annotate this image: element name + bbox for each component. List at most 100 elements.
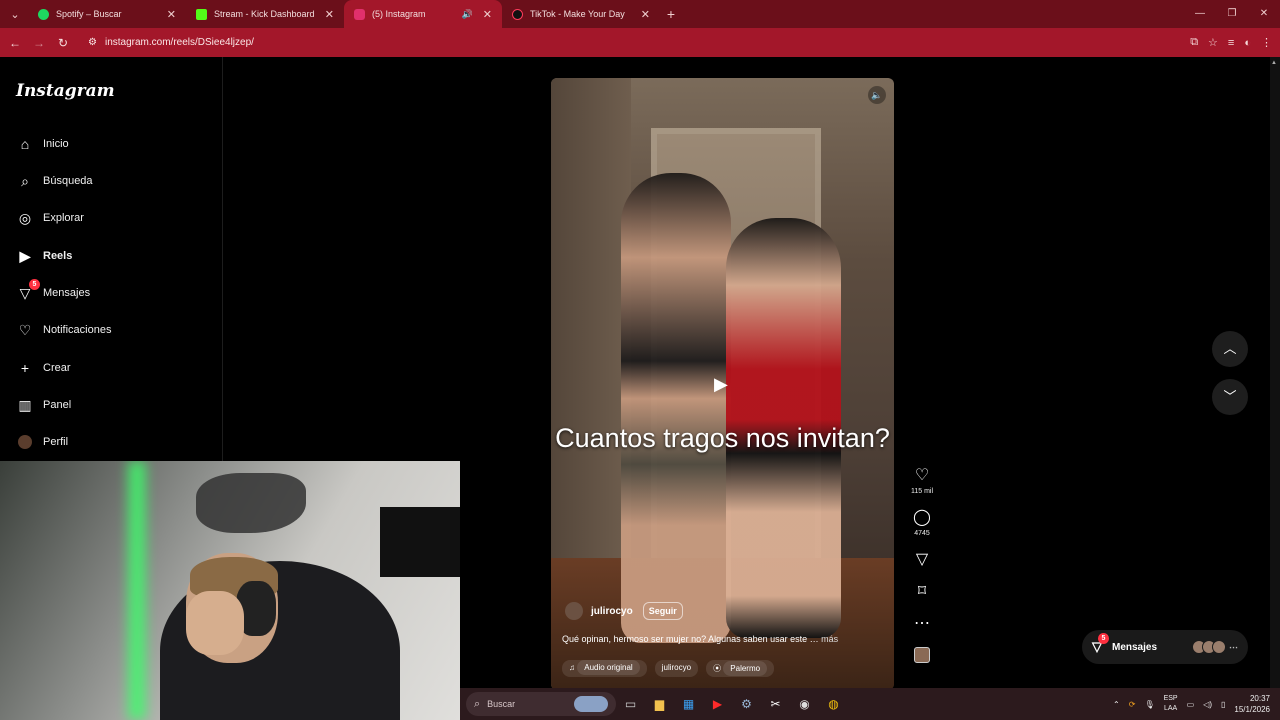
forward-icon[interactable]: →: [27, 36, 51, 50]
language-indicator[interactable]: ESP LAA: [1164, 694, 1178, 714]
microphone-icon[interactable]: 🎙: [1144, 700, 1154, 709]
monitor: [380, 507, 460, 577]
restore-icon[interactable]: ❐: [1216, 0, 1248, 28]
search-icon: ⌕: [474, 697, 481, 710]
url-field[interactable]: ⚙ instagram.com/reels/DSiee4ljzep/: [88, 28, 254, 57]
avatar-icon: [16, 433, 34, 451]
sidebar-item-label: Panel: [43, 399, 72, 411]
sidebar-item-crear[interactable]: + Crear: [16, 356, 71, 380]
reload-icon[interactable]: ↻: [51, 36, 75, 50]
next-reel-button[interactable]: ﹀: [1212, 379, 1248, 415]
close-window-icon[interactable]: ✕: [1248, 0, 1280, 28]
tab-spotify[interactable]: Spotify – Buscar ✕: [28, 0, 186, 28]
url-text: instagram.com/reels/DSiee4ljzep/: [104, 37, 254, 48]
close-tab-icon[interactable]: ✕: [641, 8, 650, 21]
sidebar-item-label: Notificaciones: [43, 324, 112, 336]
more-link[interactable]: más: [821, 634, 838, 644]
comment-button[interactable]: ◯ 4745: [906, 509, 938, 537]
sidebar-item-label: Mensajes: [43, 287, 91, 299]
heart-icon: ♡: [18, 321, 32, 338]
chevron-up-icon[interactable]: ⌃: [1113, 700, 1120, 709]
tab-kick[interactable]: Stream - Kick Dashboard ✕: [186, 0, 344, 28]
audio-chip[interactable]: ♫ Audio original: [562, 660, 647, 677]
instagram-logo[interactable]: Instagram: [16, 81, 115, 101]
close-tab-icon[interactable]: ✕: [325, 8, 334, 21]
reel-actions: ♡ 115 mil ◯ 4745 ▽ ⌑ ⋯: [906, 467, 938, 677]
comment-count: 4745: [914, 530, 930, 537]
sidebar-item-notificaciones[interactable]: ♡ Notificaciones: [16, 318, 112, 342]
streamer-hand: [186, 591, 244, 655]
messenger-icon: ▽ 5: [16, 279, 40, 302]
task-view-icon[interactable]: ▭: [616, 692, 645, 716]
file-explorer-icon[interactable]: ▆: [645, 692, 674, 716]
close-tab-icon[interactable]: ✕: [167, 8, 176, 21]
reels-icon: ▶: [19, 247, 31, 264]
username[interactable]: julirocyo: [591, 606, 633, 617]
chevron-down-icon: ﹀: [1223, 389, 1237, 404]
capcut-icon[interactable]: ✂: [761, 692, 790, 716]
clock[interactable]: 20:37 15/1/2026: [1234, 693, 1270, 715]
sync-icon[interactable]: ⟳: [1129, 700, 1136, 709]
sidebar-item-mensajes[interactable]: ▽ 5 Mensajes: [16, 279, 91, 305]
tab-instagram[interactable]: (5) Instagram 🔊 ✕: [344, 0, 502, 28]
sidebar-item-label: Reels: [43, 250, 73, 262]
tab-search-button[interactable]: ⌄: [2, 4, 28, 24]
sidebar-item-reels[interactable]: ▶ Reels: [16, 244, 73, 268]
audio-thumbnail[interactable]: [906, 647, 938, 663]
follow-button[interactable]: Seguir: [642, 602, 683, 620]
reel-video[interactable]: 🔈 ▶ Cuantos tragos nos invitan? julirocy…: [551, 78, 894, 690]
speaker-icon[interactable]: 🔊: [462, 9, 473, 20]
sidebar-item-perfil[interactable]: Perfil: [16, 430, 68, 454]
share-button[interactable]: ▽: [906, 551, 938, 569]
tab-title: Stream - Kick Dashboard: [214, 9, 315, 19]
heart-icon: ♡: [914, 467, 930, 484]
play-icon[interactable]: ▶: [714, 374, 728, 395]
tab-title: Spotify – Buscar: [56, 9, 122, 19]
bookmark-icon: ⌑: [917, 583, 927, 600]
world-map-decal: [196, 473, 306, 533]
site-info-icon[interactable]: ⚙: [88, 37, 97, 48]
audio-user-chip[interactable]: julirocyo: [654, 660, 699, 677]
tab-tiktok[interactable]: TikTok - Make Your Day ✕: [502, 0, 660, 28]
search-highlight-image: [574, 696, 608, 712]
taskbar-search[interactable]: ⌕ Buscar: [466, 692, 616, 716]
messenger-icon: ▽ 5: [1092, 633, 1109, 655]
bookmark-star-icon[interactable]: ☆: [1208, 36, 1218, 49]
obs-icon[interactable]: ◉: [790, 692, 819, 716]
avatar[interactable]: [565, 602, 583, 620]
install-app-icon[interactable]: ⧉: [1190, 36, 1198, 49]
mute-icon[interactable]: 🔈: [868, 86, 886, 104]
network-icon[interactable]: ▭: [1187, 700, 1195, 709]
new-tab-button[interactable]: +: [660, 6, 682, 22]
messages-pill[interactable]: ▽ 5 Mensajes ⋯: [1082, 630, 1248, 664]
description-text: Qué opinan, hermoso ser mujer no? Alguna…: [562, 634, 819, 644]
scrollbar[interactable]: ▲: [1270, 57, 1280, 720]
minimize-icon[interactable]: —: [1184, 0, 1216, 28]
store-icon[interactable]: ▦: [674, 692, 703, 716]
browser-tab-bar: ⌄ Spotify – Buscar ✕ Stream - Kick Dashb…: [0, 0, 1280, 28]
location-chip[interactable]: ⦿ Palermo: [706, 660, 775, 677]
youtube-icon[interactable]: ▶: [703, 692, 732, 716]
more-options-button[interactable]: ⋯: [906, 615, 938, 633]
settings-gear-icon[interactable]: ⚙: [732, 692, 761, 716]
sidebar-item-inicio[interactable]: ⌂ Inicio: [16, 132, 69, 156]
menu-dots-icon[interactable]: ⋮: [1261, 36, 1272, 49]
sidebar-item-panel[interactable]: ▥ Panel: [16, 393, 71, 417]
chrome-icon[interactable]: ◍: [819, 692, 848, 716]
window-controls: — ❐ ✕: [1184, 0, 1280, 28]
save-button[interactable]: ⌑: [906, 583, 938, 601]
sidebar-item-explorar[interactable]: ◎ Explorar: [16, 206, 84, 230]
search-icon: ⌕: [21, 172, 29, 189]
sidebar-item-label: Explorar: [43, 212, 84, 224]
previous-reel-button[interactable]: ︿: [1212, 331, 1248, 367]
scroll-up-icon[interactable]: ▲: [1271, 60, 1277, 66]
like-button[interactable]: ♡ 115 mil: [906, 467, 938, 495]
share-icon: ▽: [915, 551, 929, 568]
back-icon[interactable]: ←: [3, 36, 27, 50]
sidebar-item-busqueda[interactable]: ⌕ Búsqueda: [16, 169, 92, 193]
battery-icon[interactable]: ▯: [1221, 700, 1225, 709]
media-controls-icon[interactable]: ≡: [1228, 37, 1234, 49]
close-tab-icon[interactable]: ✕: [483, 8, 492, 21]
volume-icon[interactable]: ◁): [1203, 700, 1212, 709]
profile-icon[interactable]: ◐: [1244, 37, 1251, 49]
